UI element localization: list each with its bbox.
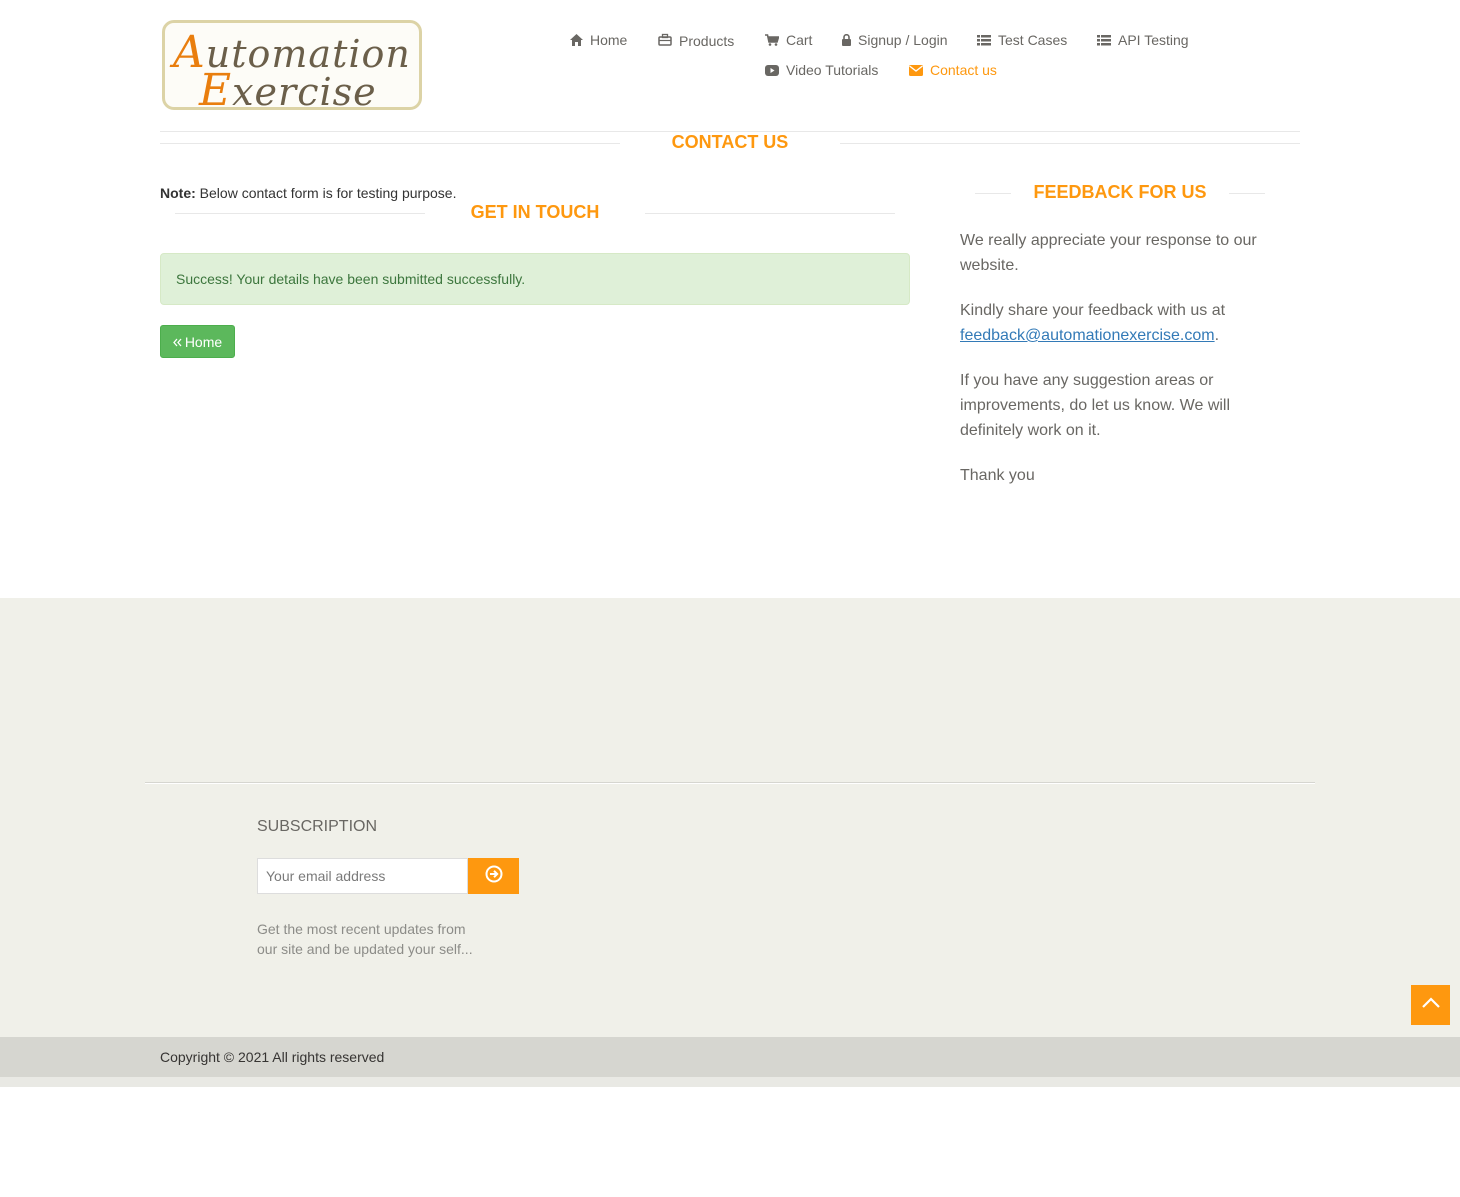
home-button-label: Home bbox=[184, 333, 223, 350]
nav-api-testing[interactable]: API Testing bbox=[1097, 28, 1189, 52]
nav-contact-us-label: Contact us bbox=[930, 62, 997, 78]
nav-video-tutorials[interactable]: Video Tutorials bbox=[765, 58, 878, 82]
feedback-paragraph-1: We really appreciate your response to ou… bbox=[960, 232, 1257, 274]
chevron-up-icon bbox=[1421, 996, 1441, 1014]
home-icon bbox=[570, 34, 583, 46]
envelope-icon bbox=[909, 64, 923, 76]
briefcase-icon bbox=[658, 33, 672, 47]
nav-products[interactable]: Products bbox=[658, 28, 734, 52]
nav-signup-login[interactable]: Signup / Login bbox=[842, 28, 948, 52]
footer-widget bbox=[0, 598, 1460, 1037]
nav-home[interactable]: Home bbox=[570, 28, 627, 52]
nav-signup-login-label: Signup / Login bbox=[858, 32, 948, 48]
nav-test-cases[interactable]: Test Cases bbox=[977, 28, 1067, 52]
feedback-rule-right bbox=[1229, 193, 1265, 194]
shopping-cart-icon bbox=[765, 34, 779, 46]
main-navigation: Home Products Cart Signup / Login Test C… bbox=[0, 28, 1460, 88]
arrow-circle-right-icon bbox=[485, 865, 503, 888]
nav-cart[interactable]: Cart bbox=[765, 28, 812, 52]
feedback-title: Feedback For Us bbox=[1033, 182, 1207, 202]
lock-icon bbox=[842, 34, 851, 46]
feedback-paragraph-2: Kindly share your feedback with us at fe… bbox=[960, 302, 1226, 344]
title-rule-right bbox=[840, 143, 1300, 144]
nav-api-testing-label: API Testing bbox=[1118, 32, 1189, 48]
feedback-paragraph-4: Thank you bbox=[960, 467, 1035, 484]
home-button[interactable]: Home bbox=[160, 325, 235, 358]
copyright-text: Copyright © 2021 All rights reserved bbox=[160, 1049, 385, 1065]
contact-note: Note: Below contact form is for testing … bbox=[160, 185, 457, 201]
footer-divider bbox=[145, 782, 1315, 783]
subscription-email-input[interactable] bbox=[257, 858, 468, 894]
get-in-touch-title: Get In Touch bbox=[470, 202, 600, 222]
page-title: Contact Us bbox=[671, 132, 789, 152]
subscription-description: Get the most recent updates from our sit… bbox=[257, 921, 473, 957]
success-message: Success! Your details have been submitte… bbox=[176, 271, 526, 287]
list-icon bbox=[1097, 34, 1111, 46]
subscription-title: Subscription bbox=[257, 818, 378, 835]
nav-cart-label: Cart bbox=[786, 32, 813, 48]
get-in-touch-rule-right bbox=[645, 213, 895, 214]
list-icon bbox=[977, 34, 991, 46]
scroll-to-top-button[interactable] bbox=[1411, 985, 1450, 1025]
success-alert: Success! Your details have been submitte… bbox=[160, 253, 910, 305]
youtube-play-icon bbox=[765, 64, 779, 76]
feedback-rule-left bbox=[975, 193, 1011, 194]
nav-home-label: Home bbox=[590, 32, 628, 48]
title-rule-left bbox=[160, 143, 620, 144]
nav-products-label: Products bbox=[679, 33, 735, 49]
nav-test-cases-label: Test Cases bbox=[998, 32, 1068, 48]
nav-contact-us[interactable]: Contact us bbox=[909, 58, 997, 82]
get-in-touch-rule-left bbox=[175, 213, 425, 214]
nav-video-tutorials-label: Video Tutorials bbox=[786, 62, 879, 78]
double-chevron-left-icon bbox=[172, 334, 182, 350]
footer-bottom-strip bbox=[0, 1077, 1460, 1087]
subscribe-button[interactable] bbox=[468, 858, 519, 894]
feedback-email-link[interactable]: feedback@automationexercise.com bbox=[960, 327, 1215, 344]
feedback-paragraph-3: If you have any suggestion areas or impr… bbox=[960, 372, 1231, 439]
